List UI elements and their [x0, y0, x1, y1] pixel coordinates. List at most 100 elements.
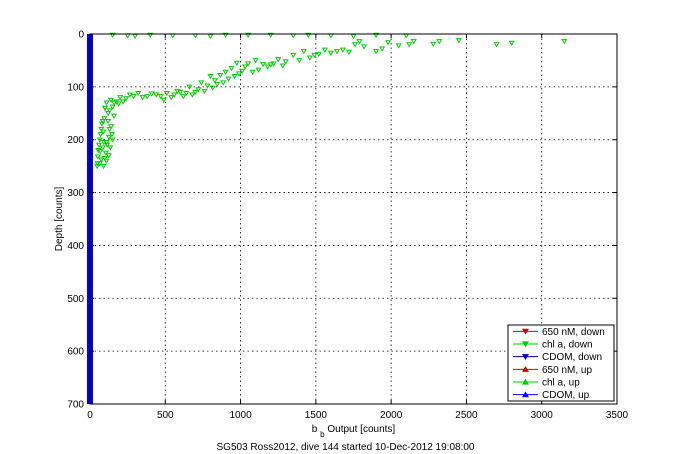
data-point	[132, 33, 139, 40]
y-tick-label: 700	[67, 400, 84, 411]
data-point	[561, 39, 568, 45]
data-point	[373, 49, 380, 55]
data-point	[157, 94, 164, 100]
data-point	[101, 105, 109, 111]
data-point	[455, 38, 462, 44]
data-point	[275, 57, 282, 63]
data-point	[104, 111, 112, 117]
data-point	[120, 99, 127, 105]
data-point	[105, 153, 112, 159]
x-tick-label: 500	[157, 410, 174, 421]
data-point	[327, 50, 334, 56]
data-point	[148, 91, 155, 97]
legend: 650 nM, down chl a, downCDOM, down 650 nM,…	[507, 324, 615, 402]
data-point	[100, 129, 107, 135]
data-point	[356, 39, 363, 45]
data-point	[233, 60, 240, 67]
data-point	[264, 64, 271, 70]
data-point	[107, 145, 114, 151]
data-point	[135, 90, 142, 97]
data-point	[242, 64, 249, 70]
data-point	[231, 74, 238, 80]
data-point	[282, 59, 289, 65]
data-point	[201, 88, 208, 95]
data-point	[163, 90, 170, 97]
x-tick-label: 1000	[229, 410, 252, 421]
data-point	[395, 43, 402, 49]
x-tick-label: 1500	[305, 410, 328, 421]
y-tick-label: 100	[67, 82, 84, 93]
data-point	[99, 145, 106, 151]
data-point	[214, 81, 221, 88]
data-point	[351, 42, 359, 48]
data-point	[436, 39, 443, 45]
data-point	[104, 118, 112, 125]
data-point	[306, 55, 313, 61]
x-tick-label: 2500	[455, 410, 478, 421]
data-point	[139, 95, 146, 101]
data-point	[109, 104, 116, 110]
data-point	[290, 52, 297, 59]
data-point	[108, 124, 115, 130]
legend-label: 650 nM, down	[542, 327, 605, 338]
data-point	[103, 100, 110, 106]
data-point	[345, 49, 353, 55]
y-axis-label: Depth [counts]	[54, 187, 65, 252]
data-point	[279, 63, 286, 69]
data-point	[430, 41, 437, 48]
data-point	[204, 83, 211, 89]
data-point	[228, 66, 235, 72]
data-point	[97, 132, 104, 138]
data-point	[103, 158, 110, 164]
x-axis-label-subscript: b	[320, 430, 325, 439]
data-point	[117, 95, 124, 101]
data-point	[130, 94, 137, 100]
data-point	[217, 72, 224, 79]
data-point	[255, 67, 262, 73]
data-point	[168, 95, 175, 101]
x-tick-label: 3500	[606, 410, 629, 421]
data-point	[296, 58, 303, 64]
y-tick-label: 200	[67, 135, 84, 146]
legend-label: chl a, down	[542, 340, 593, 351]
data-point	[350, 33, 357, 40]
data-point	[180, 94, 187, 100]
data-point	[333, 49, 341, 55]
x-tick-label: 3000	[531, 410, 554, 421]
data-point	[249, 69, 256, 76]
data-point	[300, 49, 307, 55]
data-point	[260, 61, 267, 68]
data-point	[207, 74, 214, 80]
data-point	[225, 76, 232, 82]
data-point	[222, 69, 229, 76]
data-point	[153, 92, 160, 98]
data-point	[321, 47, 328, 53]
data-point	[98, 157, 105, 163]
data-layer	[87, 32, 568, 404]
data-point	[97, 149, 104, 155]
chart-svg: 0 500 1000 1500 2000 2500 3000 3500 0 100 200 300 40…	[54, 30, 629, 454]
x-tick-label: 2000	[380, 410, 403, 421]
data-point	[379, 46, 386, 52]
data-point	[100, 163, 107, 170]
x-axis-label-rest: Output [counts]	[327, 424, 395, 435]
data-point	[360, 44, 368, 50]
data-point	[339, 47, 347, 53]
data-point	[126, 92, 133, 98]
x-axis-label-main: b	[312, 424, 318, 435]
x-tick-label: 0	[87, 410, 93, 421]
data-point	[220, 80, 227, 86]
data-point	[406, 42, 413, 48]
legend-label: 650 nM, up	[542, 365, 592, 376]
legend-label: CDOM, down	[542, 352, 602, 363]
data-point	[385, 40, 392, 46]
legend-label: chl a, up	[542, 378, 580, 389]
data-point	[189, 92, 196, 98]
y-tick-label: 400	[67, 241, 84, 252]
data-point	[508, 40, 515, 46]
y-tick-label: 0	[78, 30, 84, 41]
data-point	[211, 78, 219, 84]
y-tick-label: 600	[67, 347, 84, 358]
figure-caption: SG503 Ross2012, dive 144 started 10-Dec-…	[217, 442, 475, 453]
y-tick-label: 500	[67, 294, 84, 305]
